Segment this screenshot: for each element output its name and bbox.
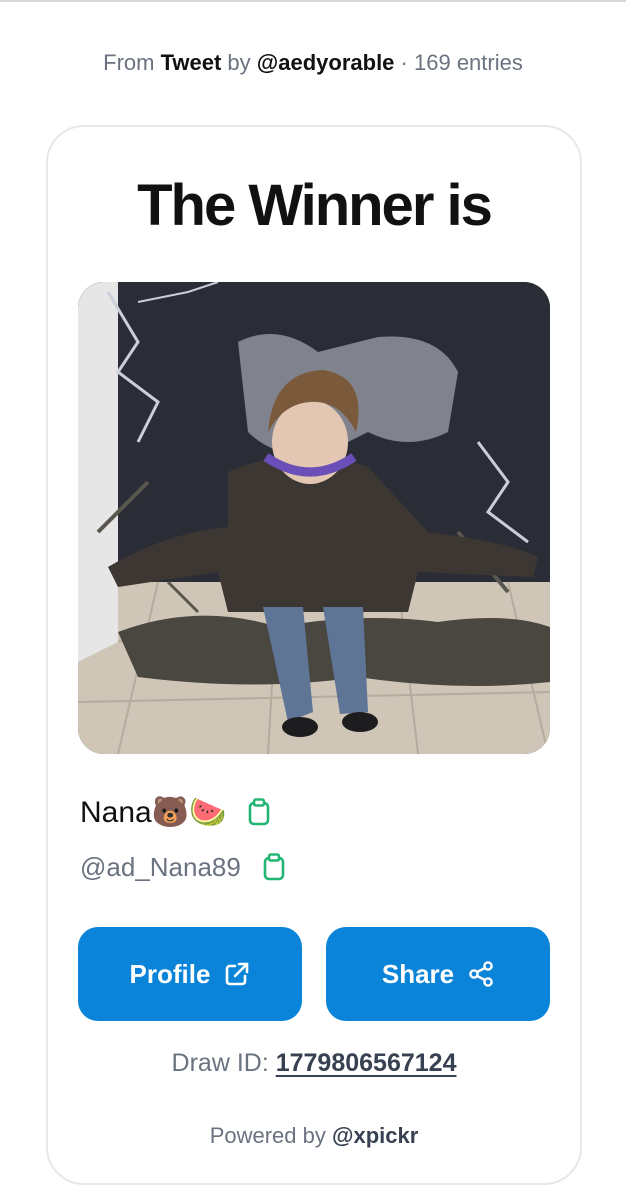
draw-id-label: Draw ID: [171, 1049, 269, 1077]
source-author-link[interactable]: @aedyorable [257, 50, 395, 75]
source-entries-count: 169 entries [414, 50, 523, 75]
share-icon [468, 961, 494, 987]
source-by-label: by [227, 50, 251, 75]
winner-handle-row: @ad_Nana89 [80, 847, 285, 887]
clipboard-icon[interactable] [248, 798, 270, 826]
profile-button-label: Profile [129, 958, 211, 989]
powered-by-label: Powered by [209, 1123, 326, 1148]
winner-name-row: Nana🐻🍉 [80, 792, 270, 832]
winner-photo [78, 282, 550, 754]
source-line: From Tweet by @aedyorable · 169 entries [0, 50, 626, 76]
draw-id-line: Draw ID: 1779806567124 [48, 1049, 580, 1078]
share-button[interactable]: Share [326, 927, 550, 1021]
winner-card: The Winner is Nana🐻🍉 @ad_Nana89 Profile … [46, 125, 582, 1185]
top-divider [0, 0, 626, 2]
powered-by-line: Powered by @xpickr [48, 1123, 580, 1149]
source-from-label: From [103, 50, 155, 75]
share-button-label: Share [381, 958, 455, 989]
source-platform-link[interactable]: Tweet [161, 50, 222, 75]
winner-handle: @ad_Nana89 [80, 851, 241, 882]
clipboard-icon[interactable] [263, 853, 285, 881]
source-separator: · [400, 50, 408, 75]
powered-by-brand-link[interactable]: @xpickr [332, 1123, 418, 1148]
card-title: The Winner is [137, 173, 493, 238]
external-link-icon [224, 961, 250, 987]
draw-id-link[interactable]: 1779806567124 [276, 1049, 457, 1077]
profile-button[interactable]: Profile [78, 927, 302, 1021]
winner-display-name: Nana🐻🍉 [80, 795, 227, 829]
